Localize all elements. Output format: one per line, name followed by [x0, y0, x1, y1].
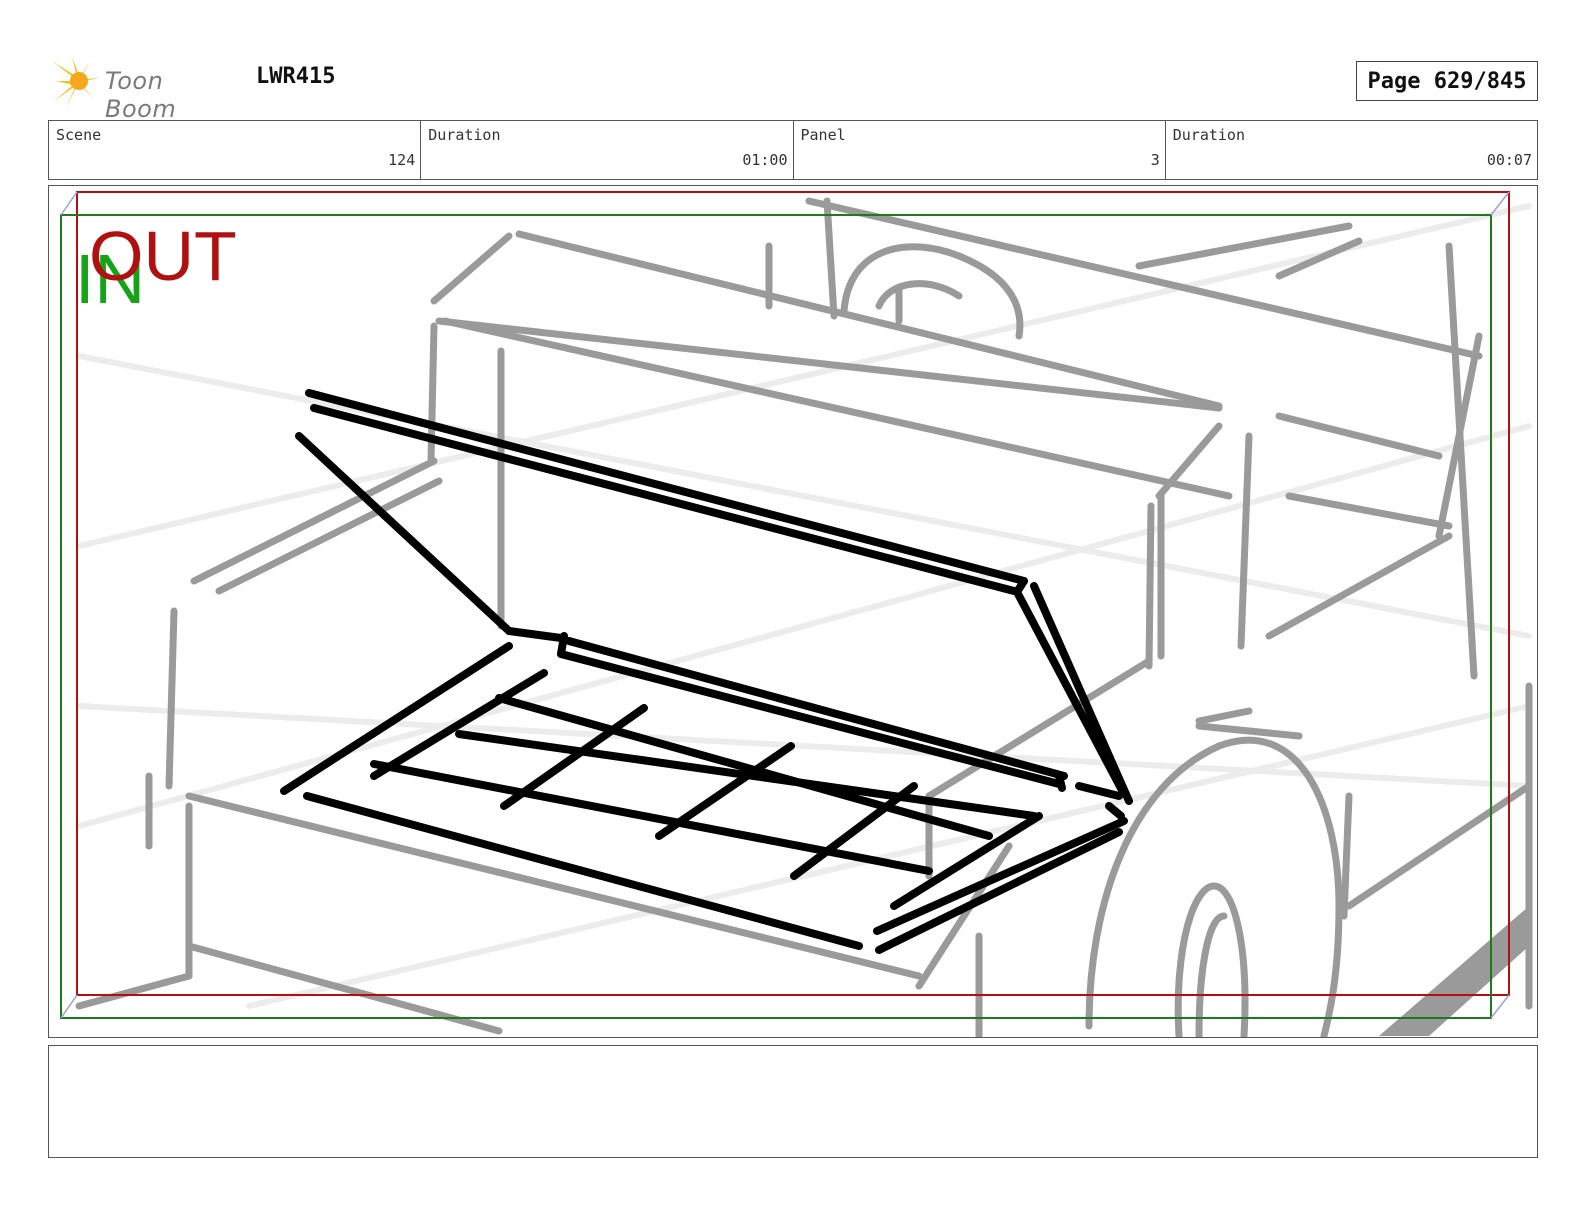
- scene-cell: Scene 124: [49, 121, 422, 179]
- scene-value: 124: [388, 151, 416, 169]
- truck-sketch: [75, 197, 1533, 1037]
- panel-value: 3: [1150, 151, 1160, 169]
- out-label: OUT: [89, 217, 237, 295]
- panel-notes: [48, 1045, 1538, 1158]
- panel-duration-label: Duration: [1172, 126, 1245, 144]
- starburst-icon: [52, 57, 100, 107]
- panel-label: Panel: [800, 126, 846, 144]
- storyboard-panel: IN OUT: [48, 185, 1538, 1038]
- panel-duration-value: 00:07: [1486, 151, 1532, 169]
- project-code: LWR415: [256, 64, 336, 89]
- scene-duration-value: 01:00: [742, 151, 788, 169]
- logo-text: Toon Boom: [105, 67, 177, 123]
- panel-duration-cell: Duration 00:07: [1166, 121, 1537, 179]
- scene-duration-label: Duration: [428, 126, 501, 144]
- page-indicator: Page 629/845: [1356, 61, 1538, 101]
- panel-sketch: IN OUT: [60, 191, 1533, 1037]
- scene-label: Scene: [56, 126, 102, 144]
- scene-duration-cell: Duration 01:00: [421, 121, 794, 179]
- background-guides: [76, 203, 1532, 1009]
- in-frame: [60, 214, 1492, 1019]
- panel-info-row: Scene 124 Duration 01:00 Panel 3 Duratio…: [48, 120, 1538, 180]
- toon-boom-logo: Toon Boom: [50, 55, 240, 123]
- tire-shadow: [1379, 906, 1529, 1036]
- panel-cell: Panel 3: [794, 121, 1166, 179]
